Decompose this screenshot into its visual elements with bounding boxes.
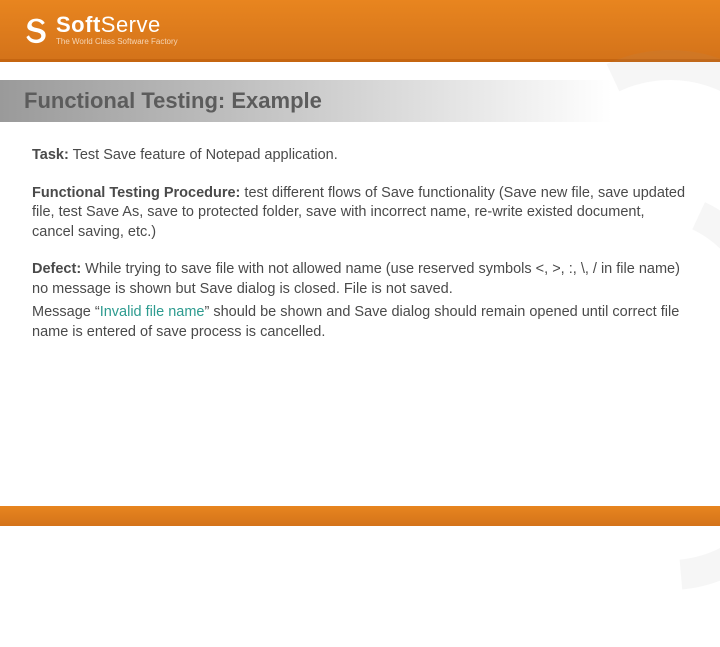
procedure-paragraph: Functional Testing Procedure: test diffe… (32, 184, 688, 243)
header: SoftServe The World Class Software Facto… (0, 0, 720, 62)
message-pre: Message “ (32, 304, 100, 320)
procedure-label: Functional Testing Procedure: (32, 185, 240, 201)
task-label: Task: (32, 147, 69, 163)
defect-text: While trying to save file with not allow… (32, 261, 680, 297)
slide-content: Task: Test Save feature of Notepad appli… (0, 122, 720, 343)
brand-prefix: Soft (56, 12, 101, 37)
task-paragraph: Task: Test Save feature of Notepad appli… (32, 146, 688, 166)
brand-suffix: Serve (101, 12, 161, 37)
message-paragraph: Message “Invalid file name” should be sh… (32, 303, 688, 342)
task-text: Test Save feature of Notepad application… (69, 147, 338, 163)
footer-bar (0, 506, 720, 526)
logo-text: SoftServe The World Class Software Facto… (56, 14, 178, 46)
message-highlight: Invalid file name (100, 304, 205, 320)
defect-paragraph: Defect: While trying to save file with n… (32, 260, 688, 299)
brand-name: SoftServe (56, 14, 178, 36)
slide-title: Functional Testing: Example (0, 80, 720, 122)
defect-label: Defect: (32, 261, 81, 277)
logo-icon (22, 16, 50, 44)
brand-tagline: The World Class Software Factory (56, 38, 178, 46)
